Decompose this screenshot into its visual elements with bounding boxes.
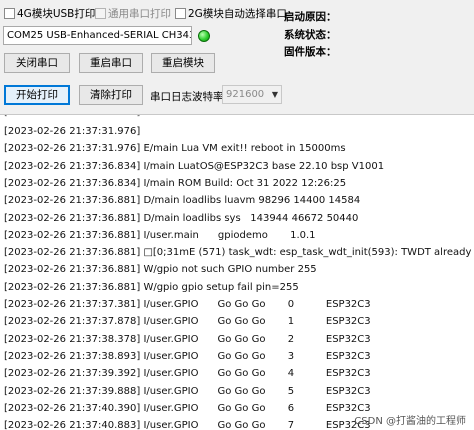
checkbox-label: 2G模块自动选择串口 [188, 8, 287, 20]
checkbox-label: 通用串口打印 [108, 8, 171, 20]
toolbar: 4G模块USB打印 通用串口打印 2G模块自动选择串口 启动原因： 系统状态： … [0, 0, 474, 114]
checkbox-general-serial-print[interactable]: 通用串口打印 [95, 6, 171, 21]
firmware-version-label: 固件版本： [284, 46, 337, 58]
boot-reason-label: 启动原因： [284, 11, 337, 23]
connection-status-led [198, 30, 210, 42]
log-output[interactable]: [2023-02-26 21:37:31.976] ... ... [2023-… [0, 114, 474, 430]
system-status-label: 系统状态： [284, 29, 337, 41]
checkbox-box[interactable] [4, 8, 15, 19]
watermark: CSDN @打酱油的工程师 [354, 416, 466, 427]
checkbox-box[interactable] [175, 8, 186, 19]
checkbox-label: 4G模块USB打印 [17, 8, 96, 20]
baud-rate-value: 921600 [226, 89, 265, 100]
close-port-button[interactable]: 关闭串口 [4, 53, 70, 73]
baud-rate-label: 串口日志波特率 [150, 91, 224, 103]
restart-module-button[interactable]: 重启模块 [151, 53, 215, 73]
serial-port-value: COM25 USB-Enhanced-SERIAL CH343 ( [7, 30, 192, 41]
checkbox-4g-usb-print[interactable]: 4G模块USB打印 [4, 6, 95, 21]
restart-port-button[interactable]: 重启串口 [79, 53, 143, 73]
clear-print-button[interactable]: 清除打印 [79, 85, 143, 105]
baud-rate-select[interactable]: 921600 ▼ [222, 85, 282, 104]
start-print-button[interactable]: 开始打印 [4, 85, 70, 105]
log-line: [2023-02-26 21:37:40.883] I/user.GPIO Go… [4, 420, 371, 430]
checkbox-2g-auto-select-port[interactable]: 2G模块自动选择串口 [175, 6, 287, 21]
serial-port-select[interactable]: COM25 USB-Enhanced-SERIAL CH343 ( [3, 26, 192, 45]
chevron-down-icon: ▼ [271, 90, 278, 99]
checkbox-box[interactable] [95, 8, 106, 19]
